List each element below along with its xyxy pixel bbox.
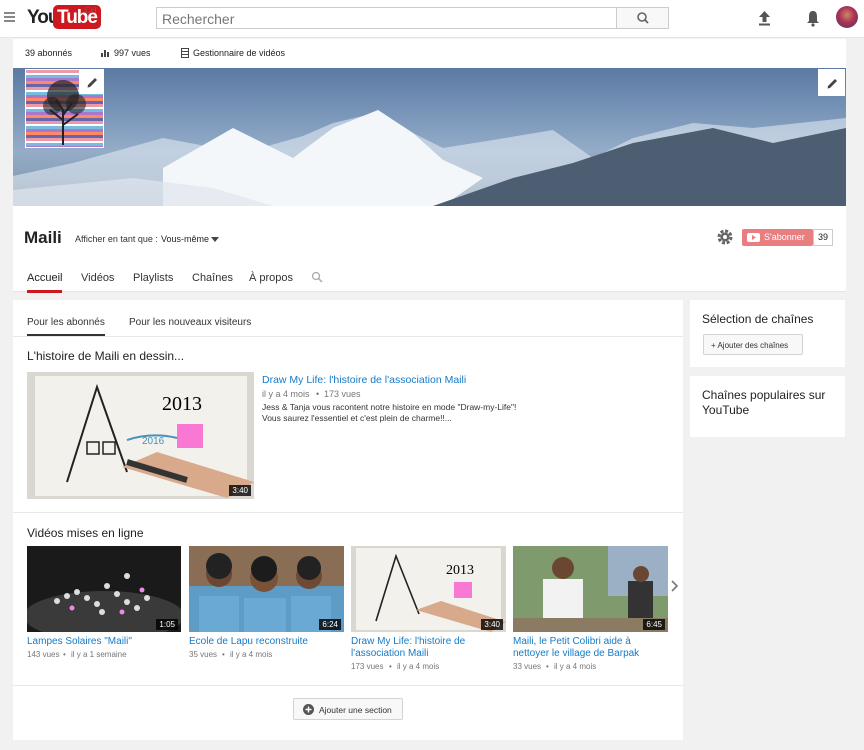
video-age: il y a 4 mois — [230, 650, 273, 659]
search-icon[interactable] — [311, 271, 323, 283]
video-title[interactable]: Lampes Solaires "Maili" — [27, 636, 132, 648]
video-views: 143 vues — [27, 650, 60, 659]
popular-channels-title: Chaînes populaires sur — [702, 388, 826, 402]
meta-separator: • — [316, 389, 320, 399]
drawing-thumbnail: 2013 2016 — [35, 376, 254, 498]
add-channels-label: + Ajouter des chaînes — [711, 341, 789, 350]
add-section-label: Ajouter une section — [319, 705, 392, 715]
video-thumbnail[interactable]: 6:45 — [513, 546, 668, 632]
menu-icon[interactable] — [4, 12, 15, 14]
chevron-right-icon[interactable] — [671, 580, 678, 592]
subscriber-count-badge: 39 — [813, 229, 833, 246]
edit-avatar-button[interactable] — [79, 69, 104, 94]
search-button[interactable] — [616, 7, 669, 29]
pencil-icon — [827, 79, 837, 89]
tab-home[interactable]: Accueil — [27, 272, 63, 293]
plus-circle-icon — [303, 704, 314, 715]
pencil-icon — [87, 78, 97, 88]
video-title[interactable]: Maili, le Petit Colibri aide à — [513, 636, 631, 648]
video-title[interactable]: Draw My Life: l'histoire de — [351, 636, 465, 648]
divider — [13, 685, 683, 686]
search-input[interactable]: Rechercher — [156, 7, 617, 29]
tab-playlists[interactable]: Playlists — [133, 272, 173, 284]
meta-separator: • — [389, 662, 392, 671]
view-as-dropdown[interactable]: Vous-même — [161, 234, 209, 244]
gear-icon[interactable] — [716, 228, 734, 246]
video-manager-icon — [181, 48, 189, 58]
video-age: il y a 4 mois — [554, 662, 597, 671]
edit-banner-button[interactable] — [818, 69, 845, 96]
svg-text:2016: 2016 — [142, 436, 165, 447]
add-section-button[interactable]: Ajouter une section — [293, 698, 403, 720]
featured-video-desc-line1: Jess & Tanja vous racontent notre histoi… — [262, 402, 517, 412]
add-channels-button[interactable]: + Ajouter des chaînes — [703, 334, 803, 355]
video-views: 173 vues — [351, 662, 384, 671]
featured-channels-title: Sélection de chaînes — [702, 312, 814, 326]
upload-icon[interactable] — [757, 10, 772, 26]
video-views: 33 vues — [513, 662, 542, 671]
featured-thumbnail[interactable]: 2013 2016 3:40 — [27, 372, 254, 499]
view-as-label: Afficher en tant que : — [75, 234, 158, 244]
youtube-play-icon — [747, 233, 760, 242]
svg-text:2013: 2013 — [162, 393, 202, 415]
views-bar-icon — [101, 50, 109, 57]
meta-separator: • — [222, 650, 225, 659]
video-duration: 3:40 — [229, 485, 251, 496]
uploads-section-title: Vidéos mises en ligne — [27, 526, 144, 540]
meta-separator: • — [63, 650, 66, 659]
banner-mountains — [13, 110, 846, 206]
tab-channels[interactable]: Chaînes — [192, 272, 233, 284]
video-title-line2[interactable]: nettoyer le village de Barpak — [513, 648, 639, 660]
caret-down-icon[interactable] — [211, 237, 219, 242]
video-duration: 1:05 — [156, 619, 178, 630]
video-thumbnail[interactable]: 1:05 — [27, 546, 181, 632]
video-age: il y a 4 mois — [397, 662, 440, 671]
view-count: 997 vues — [114, 48, 151, 58]
video-manager-link[interactable]: Gestionnaire de vidéos — [193, 48, 285, 58]
divider — [13, 336, 683, 337]
featured-video-desc-line2: Vous saurez l'essentiel et c'est plein d… — [262, 413, 452, 423]
featured-video-age: il y a 4 mois — [262, 389, 310, 399]
channel-banner — [13, 68, 846, 206]
meta-separator: • — [546, 662, 549, 671]
bell-icon[interactable] — [805, 9, 821, 27]
video-title-line2[interactable]: l'association Maili — [351, 648, 429, 660]
user-avatar[interactable] — [836, 6, 858, 28]
video-title[interactable]: Ecole de Lapu reconstruite — [189, 636, 308, 648]
subtab-subscribers[interactable]: Pour les abonnés — [27, 317, 105, 336]
logo-country: CH — [85, 6, 97, 15]
video-thumbnail[interactable]: 2013 3:40 — [351, 546, 506, 632]
divider — [13, 512, 683, 513]
featured-section-title: L'histoire de Maili en dessin... — [27, 349, 185, 363]
featured-video-title[interactable]: Draw My Life: l'histoire de l'associatio… — [262, 374, 466, 386]
video-age: il y a 1 semaine — [71, 650, 127, 659]
tab-about[interactable]: À propos — [249, 272, 293, 284]
video-duration: 3:40 — [481, 619, 503, 630]
popular-channels-title-line2: YouTube — [702, 403, 750, 417]
subscribe-button[interactable]: S'abonner — [742, 229, 813, 246]
stats-bar: 39 abonnés 997 vues Gestionnaire de vidé… — [13, 39, 846, 68]
main-panel — [13, 300, 683, 740]
video-duration: 6:24 — [319, 619, 341, 630]
subtab-new-visitors[interactable]: Pour les nouveaux visiteurs — [129, 317, 251, 328]
svg-text:2013: 2013 — [446, 563, 474, 578]
video-duration: 6:45 — [643, 619, 665, 630]
video-views: 35 vues — [189, 650, 218, 659]
search-icon — [637, 12, 649, 24]
video-thumbnail[interactable]: 6:24 — [189, 546, 344, 632]
featured-video-views: 173 vues — [324, 389, 361, 399]
channel-name: Maili — [24, 228, 62, 247]
tab-videos[interactable]: Vidéos — [81, 272, 114, 284]
subscriber-count: 39 abonnés — [25, 48, 73, 58]
subscribe-label: S'abonner — [764, 232, 805, 242]
